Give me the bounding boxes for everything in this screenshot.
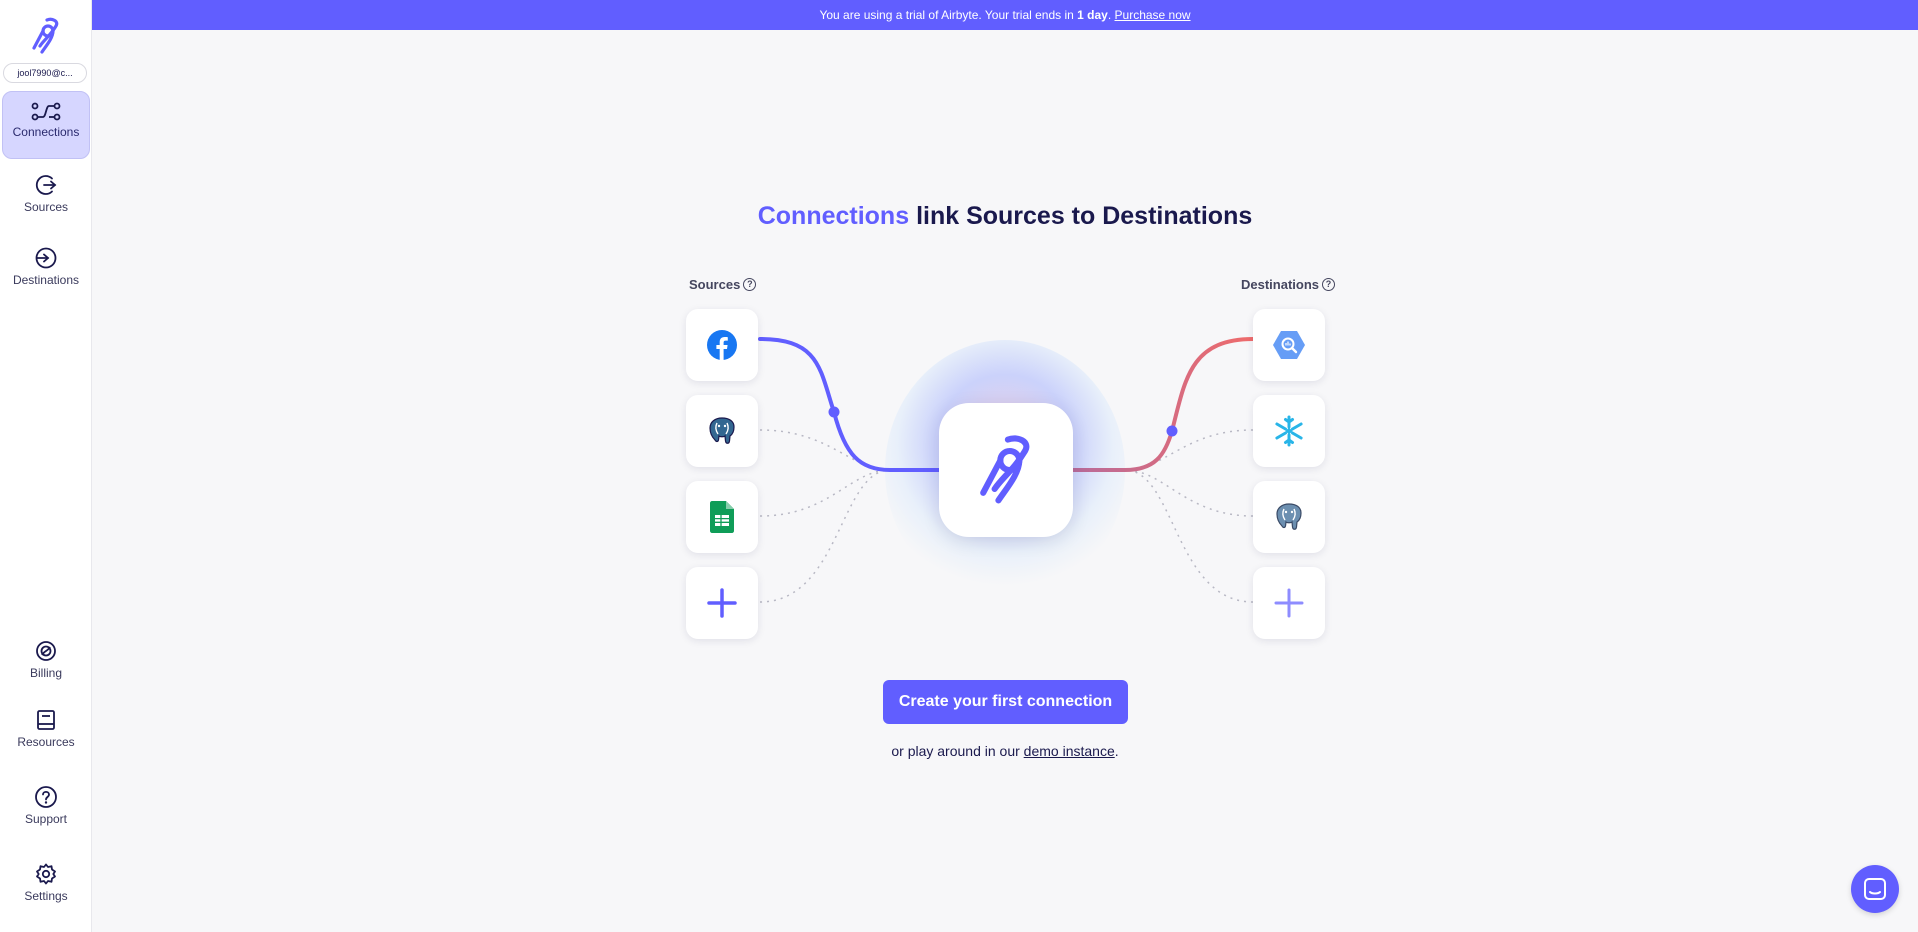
destination-tile-snowflake[interactable] xyxy=(1253,395,1325,467)
add-source-tile[interactable] xyxy=(686,567,758,639)
postgres-icon xyxy=(709,417,735,444)
chat-launcher-button[interactable] xyxy=(1851,865,1899,913)
bigquery-icon xyxy=(1273,331,1305,359)
source-connector-node xyxy=(828,406,840,418)
hint-text: or play around in our xyxy=(891,743,1024,759)
source-tile-facebook[interactable] xyxy=(686,309,758,381)
source-tile-postgres[interactable] xyxy=(686,395,758,467)
plus-icon xyxy=(707,588,737,618)
hint-suffix: . xyxy=(1114,743,1119,759)
create-first-connection-button[interactable]: Create your first connection xyxy=(883,680,1128,724)
source-tile-google-sheets[interactable] xyxy=(686,481,758,553)
add-destination-tile[interactable] xyxy=(1253,567,1325,639)
snowflake-icon xyxy=(1275,415,1303,447)
facebook-icon xyxy=(707,330,737,360)
destination-connector-node xyxy=(1166,425,1178,437)
plus-icon xyxy=(1274,588,1304,618)
demo-instance-hint: or play around in our demo instance. xyxy=(92,743,1918,759)
airbyte-logo-icon xyxy=(980,435,1030,504)
google-sheets-icon xyxy=(710,501,734,533)
airbyte-hub xyxy=(939,403,1073,537)
destination-tile-postgres[interactable] xyxy=(1253,481,1325,553)
demo-instance-link[interactable]: demo instance xyxy=(1024,743,1115,759)
postgres-icon xyxy=(1276,503,1302,530)
chat-icon xyxy=(1864,878,1886,900)
destination-tile-bigquery[interactable] xyxy=(1253,309,1325,381)
